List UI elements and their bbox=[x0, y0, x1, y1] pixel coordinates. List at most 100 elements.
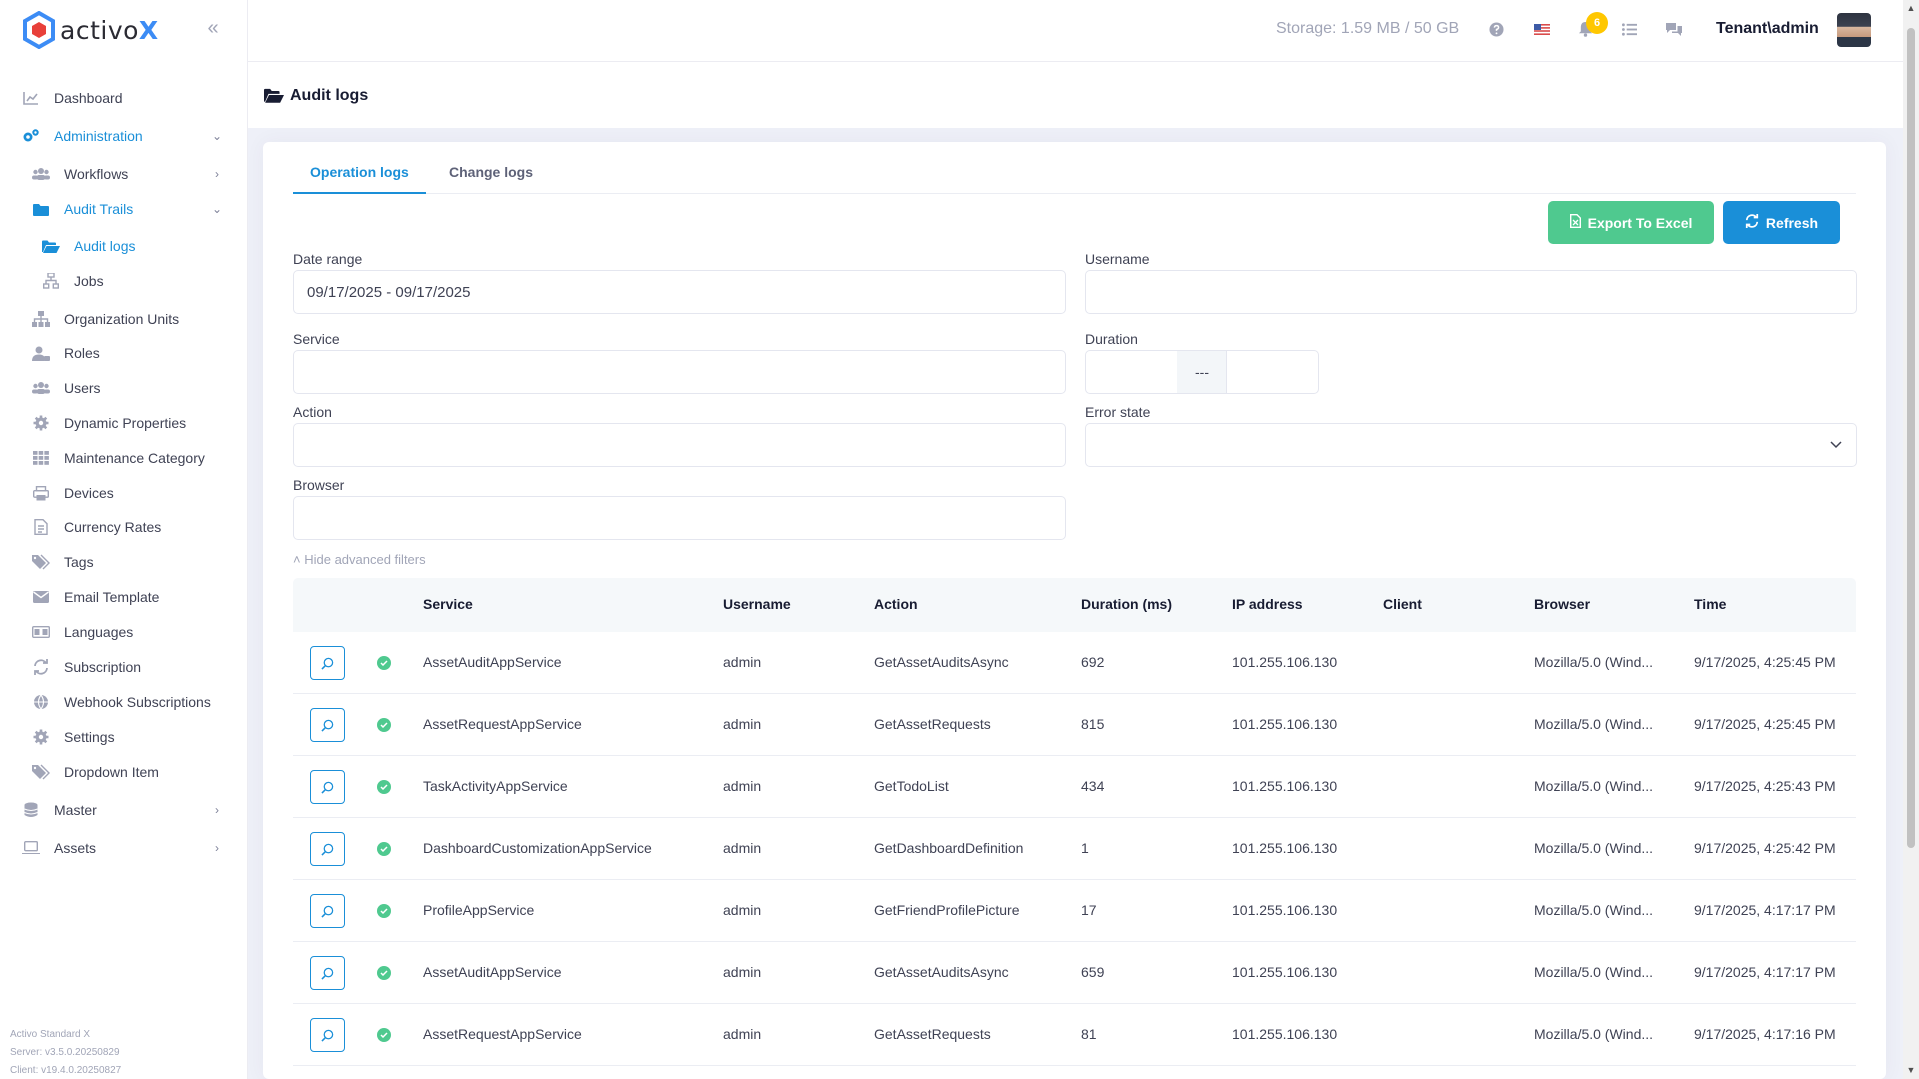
sidebar-item-languages[interactable]: Languages bbox=[0, 614, 247, 650]
service-label: Service bbox=[293, 331, 340, 347]
globe-icon bbox=[32, 693, 50, 711]
view-details-button[interactable] bbox=[310, 956, 345, 990]
tab-change-logs[interactable]: Change logs bbox=[432, 152, 550, 194]
table-row[interactable]: TaskActivityAppService admin GetTodoList… bbox=[293, 756, 1856, 818]
help-icon[interactable] bbox=[1485, 18, 1507, 40]
view-details-button[interactable] bbox=[310, 646, 345, 680]
column-header-time[interactable]: Time bbox=[1694, 596, 1726, 612]
sidebar-item-dropdown-item[interactable]: Dropdown Item bbox=[0, 754, 247, 790]
sidebar-item-users[interactable]: Users bbox=[0, 370, 247, 406]
sidebar-item-email-template[interactable]: Email Template bbox=[0, 579, 247, 615]
sidebar-item-audit-logs[interactable]: Audit logs bbox=[0, 228, 247, 264]
sidebar-item-jobs[interactable]: Jobs bbox=[0, 263, 247, 299]
chevron-right-icon: › bbox=[215, 167, 219, 181]
chevron-right-icon: › bbox=[215, 841, 219, 855]
view-details-button[interactable] bbox=[310, 708, 345, 742]
service-input[interactable] bbox=[293, 350, 1066, 394]
username-input[interactable] bbox=[1085, 270, 1857, 314]
sidebar-item-label: Dynamic Properties bbox=[64, 415, 187, 431]
sidebar-item-organization-units[interactable]: Organization Units bbox=[0, 301, 247, 337]
current-user[interactable]: Tenant\admin bbox=[1716, 20, 1819, 38]
sidebar-item-administration[interactable]: Administration ⌄ bbox=[0, 118, 247, 154]
collapse-sidebar-icon[interactable]: « bbox=[203, 18, 223, 38]
sidebar-item-workflows[interactable]: Workflows › bbox=[0, 156, 247, 192]
brand-logo[interactable]: activoX « bbox=[0, 0, 247, 60]
sidebar-item-roles[interactable]: Roles bbox=[0, 335, 247, 371]
column-header-browser[interactable]: Browser bbox=[1534, 596, 1590, 612]
sidebar-item-audit-trails[interactable]: Audit Trails ⌄ bbox=[0, 191, 247, 227]
view-details-button[interactable] bbox=[310, 1018, 345, 1052]
users-icon bbox=[32, 165, 50, 183]
table-row[interactable]: DashboardCustomizationAppService admin G… bbox=[293, 818, 1856, 880]
duration-max-input[interactable] bbox=[1226, 350, 1319, 394]
cell-ip: 101.255.106.130 bbox=[1232, 778, 1338, 794]
sidebar-item-label: Tags bbox=[64, 554, 94, 570]
envelope-icon bbox=[32, 588, 50, 606]
success-check-icon bbox=[377, 966, 391, 980]
duration-min-input[interactable] bbox=[1085, 350, 1178, 394]
date-range-input[interactable]: 09/17/2025 - 09/17/2025 bbox=[293, 270, 1066, 314]
cell-action: GetTodoList bbox=[874, 778, 949, 794]
sidebar-item-settings[interactable]: Settings bbox=[0, 719, 247, 755]
sidebar-item-label: Maintenance Category bbox=[64, 450, 205, 466]
refresh-button[interactable]: Refresh bbox=[1723, 201, 1840, 244]
brand-name: activoX bbox=[60, 15, 159, 45]
chart-icon bbox=[22, 89, 40, 107]
chat-icon[interactable] bbox=[1663, 18, 1685, 40]
error-state-select[interactable] bbox=[1085, 423, 1857, 467]
search-icon bbox=[321, 967, 334, 980]
export-to-excel-button[interactable]: Export To Excel bbox=[1548, 201, 1714, 244]
view-details-button[interactable] bbox=[310, 894, 345, 928]
us-flag-icon[interactable] bbox=[1531, 18, 1553, 40]
scroll-down-icon[interactable]: ▼ bbox=[1906, 1065, 1916, 1075]
cell-service: AssetRequestAppService bbox=[423, 1026, 582, 1042]
cell-browser: Mozilla/5.0 (Wind... bbox=[1534, 964, 1654, 980]
sidebar-item-label: Currency Rates bbox=[64, 519, 162, 535]
table-row[interactable]: AssetAuditAppService admin GetAssetAudit… bbox=[293, 632, 1856, 694]
table-row[interactable]: ProfileAppService admin GetFriendProfile… bbox=[293, 880, 1856, 942]
column-header-duration[interactable]: Duration (ms) bbox=[1081, 596, 1172, 612]
scrollbar-thumb[interactable] bbox=[1907, 28, 1915, 848]
sync-icon bbox=[32, 658, 50, 676]
logo-hex-icon bbox=[23, 11, 55, 49]
avatar[interactable] bbox=[1837, 13, 1871, 47]
column-header-username[interactable]: Username bbox=[723, 596, 791, 612]
view-details-button[interactable] bbox=[310, 832, 345, 866]
cell-action: GetDashboardDefinition bbox=[874, 840, 1024, 856]
column-header-service[interactable]: Service bbox=[423, 596, 473, 612]
sidebar-item-label: Devices bbox=[64, 485, 114, 501]
sidebar-item-currency-rates[interactable]: Currency Rates bbox=[0, 509, 247, 545]
column-header-ip-address[interactable]: IP address bbox=[1232, 596, 1303, 612]
sidebar-item-dashboard[interactable]: Dashboard bbox=[0, 80, 247, 116]
table-row[interactable]: AssetAuditAppService admin GetAssetAudit… bbox=[293, 942, 1856, 1004]
gear-icon bbox=[32, 728, 50, 746]
cell-username: admin bbox=[723, 840, 762, 856]
table-row[interactable]: AssetRequestAppService admin GetAssetReq… bbox=[293, 1004, 1856, 1066]
action-input[interactable] bbox=[293, 423, 1066, 467]
chevron-right-icon: › bbox=[215, 803, 219, 817]
table-row[interactable]: AssetRequestAppService admin GetAssetReq… bbox=[293, 694, 1856, 756]
sidebar-item-devices[interactable]: Devices bbox=[0, 475, 247, 511]
sidebar-item-master[interactable]: Master › bbox=[0, 792, 247, 828]
list-icon[interactable] bbox=[1618, 18, 1640, 40]
column-header-client[interactable]: Client bbox=[1383, 596, 1422, 612]
column-header-action[interactable]: Action bbox=[874, 596, 918, 612]
server-version: Server: v3.5.0.20250829 bbox=[10, 1047, 120, 1058]
sidebar-item-dynamic-properties[interactable]: Dynamic Properties bbox=[0, 405, 247, 441]
page-scrollbar[interactable]: ▲ ▼ bbox=[1903, 0, 1919, 1079]
chevron-down-icon bbox=[1830, 438, 1842, 450]
browser-input[interactable] bbox=[293, 496, 1066, 540]
hide-advanced-filters-link[interactable]: ˄ Hide advanced filters bbox=[293, 552, 426, 567]
cell-service: AssetRequestAppService bbox=[423, 716, 582, 732]
sidebar-item-webhook-subscriptions[interactable]: Webhook Subscriptions bbox=[0, 684, 247, 720]
view-details-button[interactable] bbox=[310, 770, 345, 804]
sidebar-item-maintenance-category[interactable]: Maintenance Category bbox=[0, 440, 247, 476]
scroll-up-icon[interactable]: ▲ bbox=[1906, 3, 1916, 13]
cell-username: admin bbox=[723, 778, 762, 794]
tab-operation-logs[interactable]: Operation logs bbox=[293, 152, 426, 194]
sidebar-item-assets[interactable]: Assets › bbox=[0, 830, 247, 866]
sidebar-item-subscription[interactable]: Subscription bbox=[0, 649, 247, 685]
cell-time: 9/17/2025, 4:25:42 PM bbox=[1694, 840, 1836, 856]
laptop-icon bbox=[22, 839, 40, 857]
sidebar-item-tags[interactable]: Tags bbox=[0, 544, 247, 580]
